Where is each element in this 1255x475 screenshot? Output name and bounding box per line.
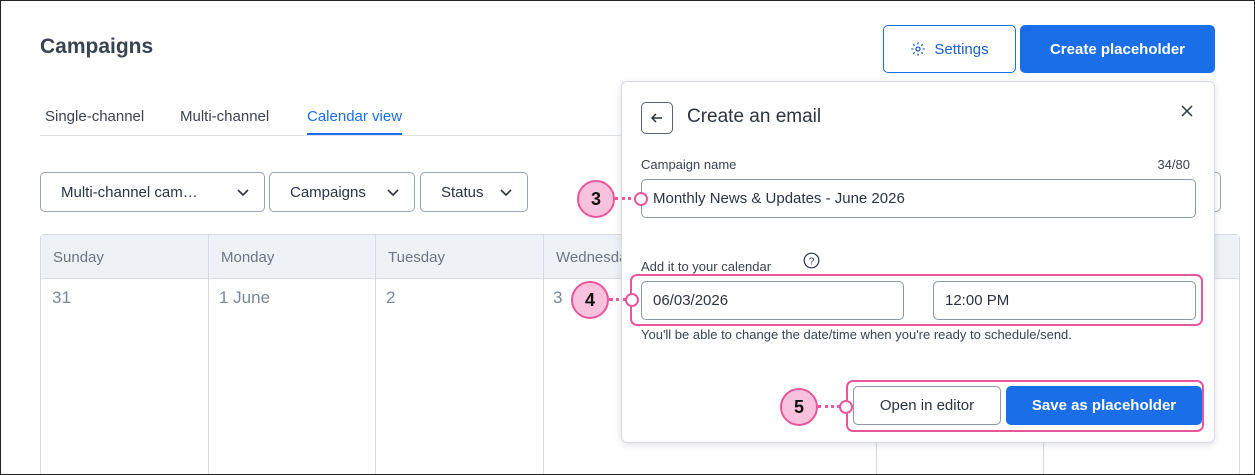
schedule-hint: You'll be able to change the date/time w… — [641, 327, 1072, 342]
day-header-tuesday: Tuesday — [376, 235, 544, 279]
tab-multi-channel[interactable]: Multi-channel — [180, 108, 269, 133]
highlight-box-datetime — [630, 274, 1203, 326]
callout-badge: 4 — [571, 281, 609, 319]
chevron-down-icon — [237, 189, 249, 197]
callout-badge: 3 — [577, 180, 615, 218]
back-button[interactable] — [641, 102, 673, 134]
svg-text:?: ? — [809, 256, 815, 267]
close-icon — [1181, 105, 1193, 117]
view-tabs: Single-channel Multi-channel Calendar vi… — [40, 101, 640, 136]
callout-leader — [818, 405, 840, 408]
arrow-left-icon — [650, 113, 662, 123]
page-title: Campaigns — [40, 35, 154, 58]
calendar-day-cell[interactable] — [41, 279, 209, 474]
day-header-sunday: Sunday — [41, 235, 209, 279]
day-header-monday: Monday — [209, 235, 376, 279]
date-tuesday: 2 — [386, 288, 396, 307]
callout-marker — [634, 192, 648, 206]
callout-marker — [839, 400, 853, 414]
close-button[interactable] — [1177, 101, 1197, 121]
gear-icon — [911, 42, 926, 56]
status-filter-label: Status — [441, 183, 484, 201]
campaign-name-input[interactable]: Monthly News & Updates - June 2026 — [641, 179, 1196, 218]
tab-single-channel[interactable]: Single-channel — [45, 108, 144, 133]
callout-badge: 5 — [780, 388, 818, 426]
campaigns-filter-dropdown[interactable]: Campaigns — [269, 172, 415, 212]
tab-calendar-view[interactable]: Calendar view — [307, 108, 403, 135]
campaigns-filter-label: Campaigns — [290, 183, 366, 201]
create-placeholder-button[interactable]: Create placeholder — [1020, 25, 1215, 73]
campaign-name-label: Campaign name — [641, 157, 737, 172]
highlight-box-actions — [846, 380, 1204, 432]
channel-filter-label: Multi-channel cam… — [61, 183, 198, 201]
callout-marker — [625, 293, 639, 307]
calendar-day-cell[interactable] — [209, 279, 376, 474]
channel-filter-dropdown[interactable]: Multi-channel cam… — [40, 172, 265, 212]
popover-title: Create an email — [687, 106, 822, 127]
calendar-label: Add it to your calendar — [641, 259, 772, 274]
status-filter-dropdown[interactable]: Status — [420, 172, 528, 212]
date-monday: 1 June — [219, 288, 271, 307]
help-icon[interactable]: ? — [803, 252, 820, 269]
calendar-day-cell[interactable] — [376, 279, 544, 474]
date-sunday: 31 — [52, 288, 71, 307]
campaign-name-counter: 34/80 — [1157, 157, 1190, 172]
app-frame: Campaigns Settings Create placeholder Si… — [0, 0, 1255, 475]
chevron-down-icon — [500, 189, 512, 197]
chevron-down-icon — [387, 189, 399, 197]
date-wednesday: 3 — [553, 288, 563, 307]
settings-button-label: Settings — [934, 40, 989, 58]
settings-button[interactable]: Settings — [883, 25, 1016, 73]
